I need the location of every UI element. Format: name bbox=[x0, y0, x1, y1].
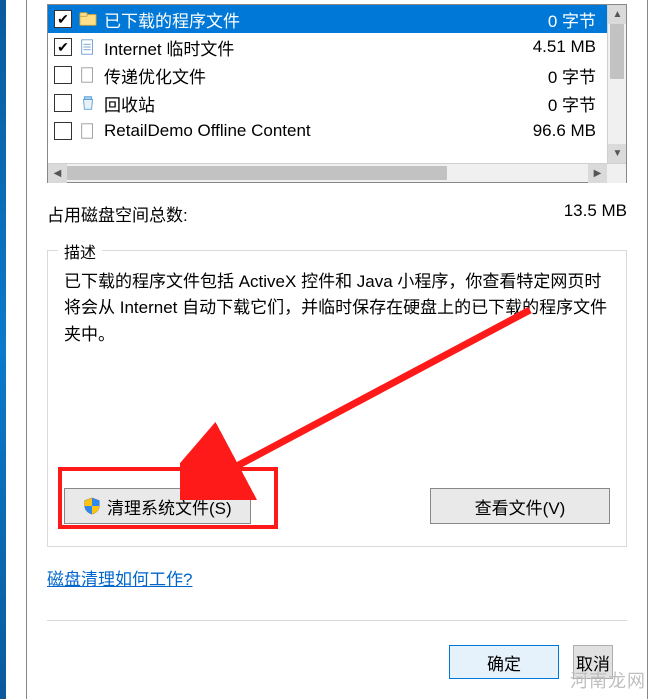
scroll-thumb[interactable] bbox=[610, 24, 624, 79]
button-label: 清理系统文件(S) bbox=[107, 494, 232, 519]
list-item-label: 已下载的程序文件 bbox=[104, 7, 536, 32]
file-list[interactable]: 已下载的程序文件 0 字节 Internet 临时文件 4.51 MB 传递优化… bbox=[48, 5, 626, 163]
desktop-edge bbox=[0, 0, 6, 699]
cancel-button[interactable]: 取消 bbox=[573, 645, 613, 679]
folder-icon bbox=[78, 9, 98, 29]
description-legend: 描述 bbox=[58, 239, 102, 263]
separator bbox=[47, 620, 627, 621]
list-item-recycle-bin[interactable]: 回收站 0 字节 bbox=[48, 89, 626, 117]
help-link[interactable]: 磁盘清理如何工作? bbox=[47, 565, 192, 590]
scroll-up-icon[interactable]: ▲ bbox=[608, 5, 626, 24]
scroll-thumb[interactable] bbox=[67, 166, 447, 180]
page-icon bbox=[78, 65, 98, 85]
scroll-down-icon[interactable]: ▼ bbox=[608, 144, 626, 163]
list-item-label: RetailDemo Offline Content bbox=[104, 121, 521, 141]
scroll-left-icon[interactable]: ◀ bbox=[48, 164, 67, 183]
horizontal-scrollbar[interactable]: ◀ ▶ bbox=[48, 163, 626, 182]
ok-button[interactable]: 确定 bbox=[449, 645, 559, 679]
disk-cleanup-window: 已下载的程序文件 0 字节 Internet 临时文件 4.51 MB 传递优化… bbox=[26, 0, 648, 699]
list-item-downloaded-program-files[interactable]: 已下载的程序文件 0 字节 bbox=[48, 5, 626, 33]
total-value: 13.5 MB bbox=[564, 201, 627, 226]
list-item-size: 4.51 MB bbox=[521, 37, 620, 57]
view-files-button[interactable]: 查看文件(V) bbox=[430, 488, 610, 524]
list-item-retaildemo[interactable]: RetailDemo Offline Content 96.6 MB bbox=[48, 117, 626, 145]
list-item-internet-temp[interactable]: Internet 临时文件 4.51 MB bbox=[48, 33, 626, 61]
checkbox[interactable] bbox=[54, 38, 72, 56]
clean-system-files-button[interactable]: 清理系统文件(S) bbox=[64, 488, 251, 524]
shield-icon bbox=[83, 497, 101, 515]
checkbox[interactable] bbox=[54, 10, 72, 28]
button-label: 确定 bbox=[487, 650, 521, 675]
list-item-label: 回收站 bbox=[104, 91, 536, 116]
checkbox[interactable] bbox=[54, 94, 72, 112]
list-item-label: 传递优化文件 bbox=[104, 63, 536, 88]
page-icon bbox=[78, 121, 98, 141]
total-label: 占用磁盘空间总数: bbox=[47, 201, 188, 226]
description-text: 已下载的程序文件包括 ActiveX 控件和 Java 小程序，你查看特定网页时… bbox=[64, 269, 610, 348]
page-icon bbox=[78, 37, 98, 57]
total-space-row: 占用磁盘空间总数: 13.5 MB bbox=[47, 201, 627, 226]
button-label: 查看文件(V) bbox=[475, 494, 566, 519]
vertical-scrollbar[interactable]: ▲ ▼ bbox=[607, 5, 626, 163]
recycle-icon bbox=[78, 93, 98, 113]
scroll-track[interactable] bbox=[67, 164, 588, 182]
list-item-delivery-optimization[interactable]: 传递优化文件 0 字节 bbox=[48, 61, 626, 89]
scroll-corner bbox=[607, 164, 626, 183]
button-label: 取消 bbox=[576, 650, 610, 675]
description-button-row: 清理系统文件(S) 查看文件(V) bbox=[64, 488, 610, 524]
description-group: 描述 已下载的程序文件包括 ActiveX 控件和 Java 小程序，你查看特定… bbox=[47, 250, 627, 547]
file-list-panel: 已下载的程序文件 0 字节 Internet 临时文件 4.51 MB 传递优化… bbox=[47, 4, 627, 183]
list-item-label: Internet 临时文件 bbox=[104, 35, 521, 60]
checkbox[interactable] bbox=[54, 66, 72, 84]
scroll-track[interactable] bbox=[608, 24, 626, 144]
checkbox[interactable] bbox=[54, 122, 72, 140]
list-item-size: 96.6 MB bbox=[521, 121, 620, 141]
dialog-button-row: 确定 取消 bbox=[449, 645, 613, 679]
scroll-right-icon[interactable]: ▶ bbox=[588, 164, 607, 183]
